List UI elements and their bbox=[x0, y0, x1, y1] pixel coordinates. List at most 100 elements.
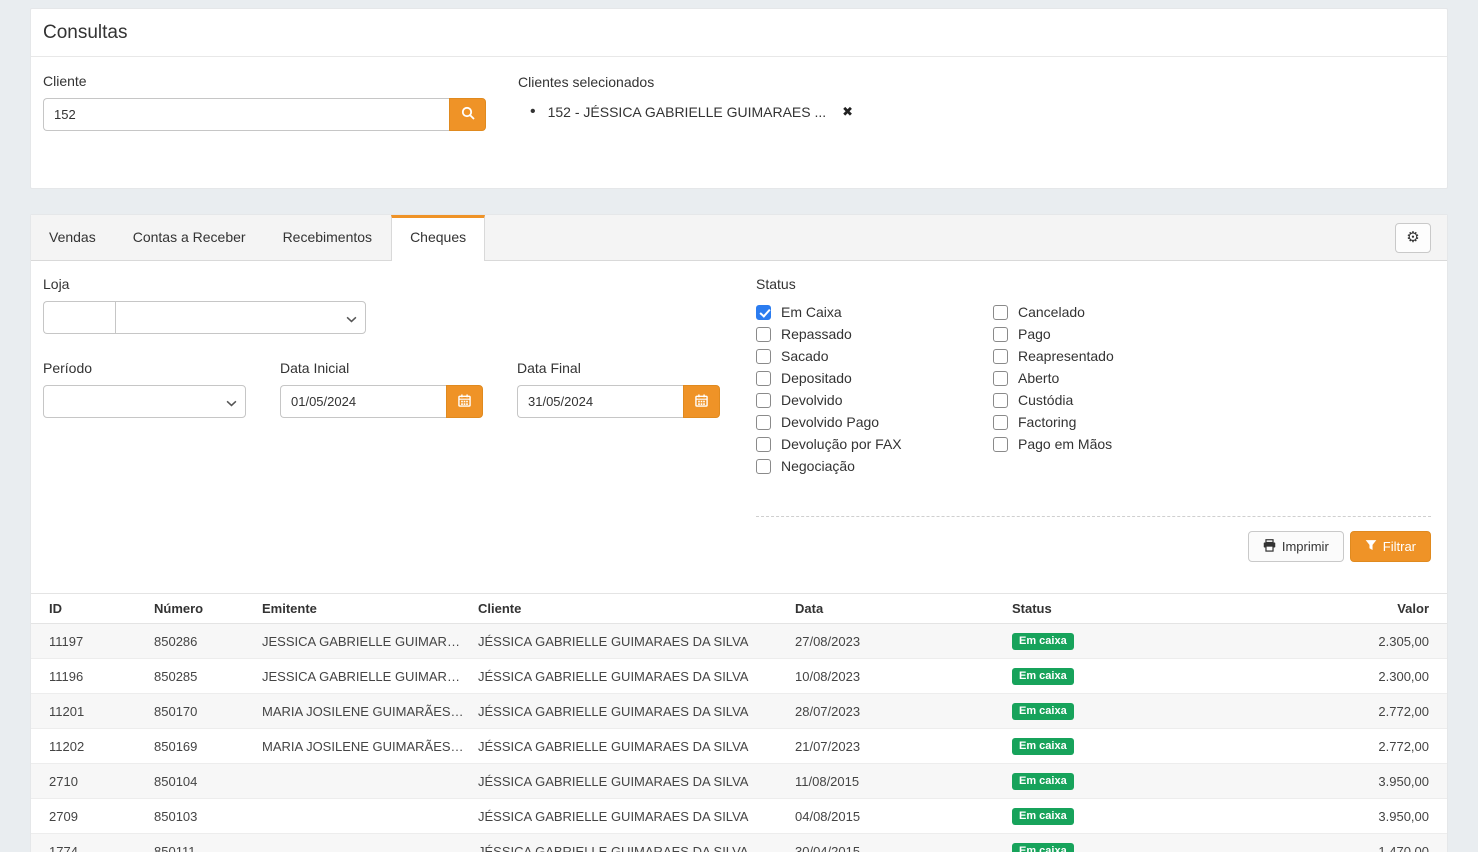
imprimir-label: Imprimir bbox=[1282, 539, 1329, 554]
checkbox-label: Devolução por FAX bbox=[781, 436, 902, 452]
printer-icon bbox=[1263, 539, 1276, 555]
status-checkbox-item[interactable]: Aberto bbox=[993, 367, 1114, 389]
periodo-select[interactable] bbox=[43, 385, 246, 418]
consultas-panel: Consultas Cliente Clientes selecionados … bbox=[30, 8, 1448, 189]
checkbox[interactable] bbox=[993, 305, 1008, 320]
cell-numero: 850285 bbox=[148, 659, 256, 694]
table-row: 2709 850103 JÉSSICA GABRIELLE GUIMARAES … bbox=[31, 799, 1447, 834]
status-checkbox-item[interactable]: Negociação bbox=[756, 455, 993, 477]
cell-emitente: MARIA JOSILENE GUIMARÃES SILVA bbox=[256, 694, 472, 729]
client-search-input[interactable] bbox=[43, 98, 449, 131]
selected-client-item: • 152 - JÉSSICA GABRIELLE GUIMARAES ... … bbox=[518, 103, 853, 121]
status-badge: Em caixa bbox=[1012, 703, 1074, 720]
data-final-input[interactable] bbox=[517, 385, 683, 418]
checkbox[interactable] bbox=[993, 371, 1008, 386]
checkbox-label: Reapresentado bbox=[1018, 348, 1114, 364]
cell-data: 11/08/2015 bbox=[789, 764, 1006, 799]
status-checkbox-item[interactable]: Pago em Mãos bbox=[993, 433, 1114, 455]
checkbox[interactable] bbox=[756, 459, 771, 474]
status-badge: Em caixa bbox=[1012, 843, 1074, 852]
checkbox-label: Devolvido Pago bbox=[781, 414, 879, 430]
status-checkbox-item[interactable]: Devolvido bbox=[756, 389, 993, 411]
data-final-calendar-button[interactable] bbox=[683, 385, 720, 418]
status-checkbox-item[interactable]: Cancelado bbox=[993, 301, 1114, 323]
page-title: Consultas bbox=[43, 22, 1435, 44]
status-checkbox-item[interactable]: Factoring bbox=[993, 411, 1114, 433]
loja-label: Loja bbox=[43, 276, 756, 292]
status-column-2: Cancelado Pago Reapresentado bbox=[993, 301, 1114, 477]
cell-id: 11197 bbox=[31, 624, 148, 659]
client-search-button[interactable] bbox=[449, 98, 486, 131]
cheques-table: ID Número Emitente Cliente Data Status V… bbox=[31, 593, 1447, 852]
cell-id: 2709 bbox=[31, 799, 148, 834]
tab[interactable]: Vendas bbox=[31, 215, 115, 260]
data-inicial-input[interactable] bbox=[280, 385, 446, 418]
settings-button[interactable]: ⚙ bbox=[1395, 223, 1431, 253]
status-checkbox-item[interactable]: Reapresentado bbox=[993, 345, 1114, 367]
cell-cliente: JÉSSICA GABRIELLE GUIMARAES DA SILVA bbox=[472, 624, 789, 659]
checkbox[interactable] bbox=[756, 305, 771, 320]
col-header-numero: Número bbox=[148, 594, 256, 624]
cell-data: 28/07/2023 bbox=[789, 694, 1006, 729]
status-checkbox-item[interactable]: Custódia bbox=[993, 389, 1114, 411]
checkbox[interactable] bbox=[993, 349, 1008, 364]
status-checkbox-item[interactable]: Sacado bbox=[756, 345, 993, 367]
tab[interactable]: Recebimentos bbox=[265, 215, 392, 260]
checkbox[interactable] bbox=[993, 327, 1008, 342]
checkbox[interactable] bbox=[756, 437, 771, 452]
cell-numero: 850111 bbox=[148, 834, 256, 852]
col-header-cliente: Cliente bbox=[472, 594, 789, 624]
cell-emitente bbox=[256, 799, 472, 834]
checkbox[interactable] bbox=[756, 349, 771, 364]
tab[interactable]: Cheques bbox=[391, 215, 485, 261]
status-badge: Em caixa bbox=[1012, 668, 1074, 685]
loja-code-input[interactable] bbox=[43, 301, 115, 334]
checkbox-label: Aberto bbox=[1018, 370, 1059, 386]
cell-data: 30/04/2015 bbox=[789, 834, 1006, 852]
checkbox[interactable] bbox=[756, 371, 771, 386]
status-checkbox-item[interactable]: Depositado bbox=[756, 367, 993, 389]
cell-emitente: JESSICA GABRIELLE GUIMARAES D... bbox=[256, 659, 472, 694]
checkbox[interactable] bbox=[756, 415, 771, 430]
remove-client-icon[interactable]: ✖ bbox=[842, 105, 853, 120]
status-checkbox-item[interactable]: Devolvido Pago bbox=[756, 411, 993, 433]
cell-id: 11201 bbox=[31, 694, 148, 729]
filter-funnel-icon bbox=[1365, 539, 1377, 554]
checkbox[interactable] bbox=[993, 415, 1008, 430]
status-badge: Em caixa bbox=[1012, 633, 1074, 650]
table-row: 11196 850285 JESSICA GABRIELLE GUIMARAES… bbox=[31, 659, 1447, 694]
cell-cliente: JÉSSICA GABRIELLE GUIMARAES DA SILVA bbox=[472, 799, 789, 834]
cell-numero: 850169 bbox=[148, 729, 256, 764]
checkbox[interactable] bbox=[993, 437, 1008, 452]
status-column-1: Em Caixa Repassado Sacado bbox=[756, 301, 993, 477]
data-inicial-group: Data Inicial bbox=[280, 360, 483, 418]
data-inicial-calendar-button[interactable] bbox=[446, 385, 483, 418]
cell-id: 11202 bbox=[31, 729, 148, 764]
loja-select[interactable] bbox=[115, 301, 366, 334]
filtrar-label: Filtrar bbox=[1383, 539, 1416, 554]
cell-numero: 850286 bbox=[148, 624, 256, 659]
cell-numero: 850104 bbox=[148, 764, 256, 799]
cell-valor: 3.950,00 bbox=[1223, 799, 1447, 834]
main-panel: Vendas Contas a Receber Recebimentos Che… bbox=[30, 214, 1448, 852]
checkbox[interactable] bbox=[756, 327, 771, 342]
cell-data: 10/08/2023 bbox=[789, 659, 1006, 694]
tab[interactable]: Contas a Receber bbox=[115, 215, 265, 260]
table-body: 11197 850286 JESSICA GABRIELLE GUIMARAES… bbox=[31, 624, 1447, 852]
filtrar-button[interactable]: Filtrar bbox=[1350, 531, 1431, 562]
calendar-icon bbox=[458, 394, 471, 410]
imprimir-button[interactable]: Imprimir bbox=[1248, 531, 1344, 562]
client-search-group: Cliente bbox=[43, 73, 486, 131]
checkbox[interactable] bbox=[756, 393, 771, 408]
status-checkbox-item[interactable]: Repassado bbox=[756, 323, 993, 345]
cell-valor: 2.772,00 bbox=[1223, 729, 1447, 764]
search-icon bbox=[461, 106, 475, 123]
checkbox[interactable] bbox=[993, 393, 1008, 408]
gear-icon: ⚙ bbox=[1406, 230, 1419, 245]
status-checkbox-item[interactable]: Em Caixa bbox=[756, 301, 993, 323]
status-checkbox-item[interactable]: Devolução por FAX bbox=[756, 433, 993, 455]
checkbox-label: Sacado bbox=[781, 348, 828, 364]
status-checkbox-item[interactable]: Pago bbox=[993, 323, 1114, 345]
tab-label: Contas a Receber bbox=[133, 229, 246, 245]
cell-numero: 850103 bbox=[148, 799, 256, 834]
